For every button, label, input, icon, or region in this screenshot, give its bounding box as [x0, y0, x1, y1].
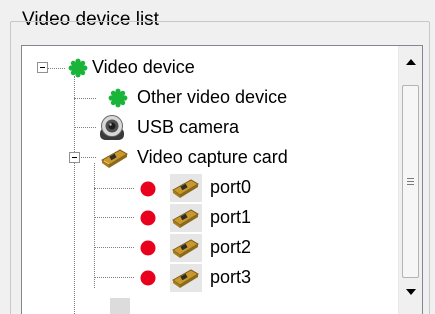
tree-node-port2[interactable]: port2 [210, 236, 251, 258]
tree-line [94, 163, 95, 288]
tree-line [94, 217, 134, 218]
green-gear-icon [108, 88, 128, 113]
tree-node-port0[interactable]: port0 [210, 176, 251, 198]
capture-card-icon [170, 234, 202, 262]
scroll-down-button[interactable] [400, 281, 422, 303]
root-collapse-toggle[interactable] [37, 62, 48, 73]
scroll-up-button[interactable] [400, 51, 422, 73]
capture-card-icon [170, 204, 202, 232]
tree-node-video-capture-card[interactable]: Video capture card [137, 146, 288, 168]
red-dot-icon [139, 239, 157, 262]
tree-line [48, 68, 65, 69]
green-gear-icon [68, 58, 88, 83]
tree-node-port3[interactable]: port3 [210, 266, 251, 288]
tree-line [94, 277, 134, 278]
tree-node-port1[interactable]: port1 [210, 206, 251, 228]
clipped-tree-icon [110, 298, 130, 314]
grip-line [407, 181, 414, 182]
tree-line [74, 98, 96, 99]
usb-camera-icon [98, 114, 128, 147]
capture-card-icon [170, 174, 202, 202]
scroll-thumb[interactable] [402, 85, 419, 278]
tree-node-usb-camera[interactable]: USB camera [137, 116, 239, 138]
triangle-down-icon [406, 289, 416, 295]
tree-canvas: Video device Other video device USB came… [22, 46, 398, 314]
red-dot-icon [139, 209, 157, 232]
red-dot-icon [139, 180, 157, 203]
capture-card-icon [100, 146, 130, 175]
video-device-tree[interactable]: Video device Other video device USB came… [21, 45, 423, 314]
tree-line [74, 127, 96, 128]
capture-card-icon [170, 264, 202, 292]
tree-line [79, 157, 96, 158]
vertical-scrollbar[interactable] [398, 46, 422, 314]
tree-line [94, 188, 134, 189]
grip-line [407, 184, 414, 185]
tree-node-video-device[interactable]: Video device [92, 56, 195, 78]
red-dot-icon [139, 269, 157, 292]
tree-line [74, 76, 75, 314]
tree-line [94, 247, 134, 248]
grip-line [407, 178, 414, 179]
tree-node-other-video-device[interactable]: Other video device [137, 86, 287, 108]
triangle-up-icon [406, 59, 416, 65]
capture-card-collapse-toggle[interactable] [69, 152, 80, 163]
